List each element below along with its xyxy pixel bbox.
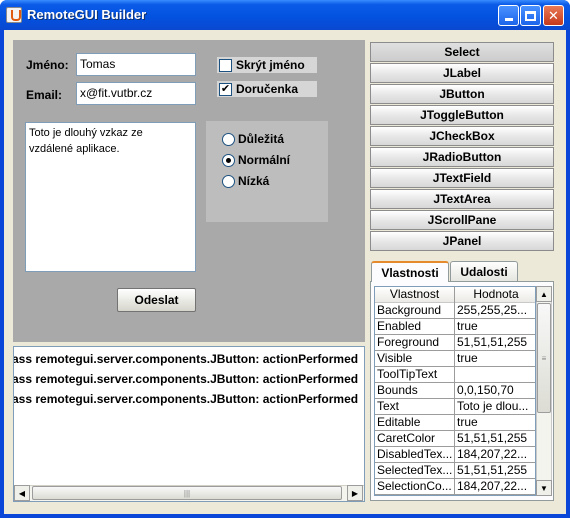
radio-label: Důležitá bbox=[238, 132, 285, 146]
table-header: Vlastnost Hodnota bbox=[375, 287, 535, 303]
table-row[interactable]: SelectedTex... 51,51,51,255 bbox=[375, 463, 535, 479]
table-row[interactable]: Enabled true bbox=[375, 319, 535, 335]
palette-jpanel-button[interactable]: JPanel bbox=[370, 231, 554, 251]
scroll-right-icon[interactable]: ▶ bbox=[347, 485, 363, 501]
palette-jbutton-button[interactable]: JButton bbox=[370, 84, 554, 104]
receipt-label: Doručenka bbox=[236, 82, 299, 96]
property-value[interactable]: 0,0,150,70 bbox=[455, 383, 535, 399]
radio-option-normal[interactable]: Normální bbox=[222, 152, 290, 168]
property-value[interactable]: true bbox=[455, 415, 535, 431]
java-cup-icon bbox=[6, 7, 22, 23]
scroll-up-icon[interactable]: ▲ bbox=[536, 286, 552, 302]
column-header-value[interactable]: Hodnota bbox=[455, 287, 535, 303]
priority-radio-panel: Důležitá Normální Nízká bbox=[206, 121, 328, 222]
radio-option-low[interactable]: Nízká bbox=[222, 173, 269, 189]
property-value[interactable]: 51,51,51,255 bbox=[455, 335, 535, 351]
name-label: Jméno: bbox=[26, 58, 69, 72]
console-log[interactable]: ass remotegui.server.components.JButton:… bbox=[13, 346, 365, 502]
tab-properties[interactable]: Vlastnosti bbox=[371, 261, 449, 282]
send-button[interactable]: Odeslat bbox=[117, 288, 196, 312]
property-name: Bounds bbox=[375, 383, 455, 399]
column-header-property[interactable]: Vlastnost bbox=[375, 287, 455, 303]
hide-name-label: Skrýt jméno bbox=[236, 58, 305, 72]
property-value[interactable]: 184,207,22... bbox=[455, 447, 535, 463]
radio-label: Nízká bbox=[238, 174, 270, 188]
property-value[interactable]: 255,255,25... bbox=[455, 303, 535, 319]
property-name: SelectedTex... bbox=[375, 463, 455, 479]
scroll-thumb[interactable]: ≡ bbox=[537, 303, 551, 413]
checkbox-unchecked-icon bbox=[219, 58, 232, 72]
table-row[interactable]: ToolTipText bbox=[375, 367, 535, 383]
table-row[interactable]: Visible true bbox=[375, 351, 535, 367]
radio-label: Normální bbox=[238, 153, 291, 167]
scroll-left-icon[interactable]: ◀ bbox=[14, 485, 30, 501]
radio-unselected-icon bbox=[222, 132, 235, 146]
palette-jtogglebutton-button[interactable]: JToggleButton bbox=[370, 105, 554, 125]
horizontal-scrollbar[interactable]: ◀ ||| ▶ bbox=[14, 485, 364, 501]
palette-jtextfield-button[interactable]: JTextField bbox=[370, 168, 554, 188]
palette-jlabel-button[interactable]: JLabel bbox=[370, 63, 554, 83]
table-row[interactable]: DisabledTex... 184,207,22... bbox=[375, 447, 535, 463]
scroll-down-icon[interactable]: ▼ bbox=[536, 480, 552, 496]
table-row[interactable]: Bounds 0,0,150,70 bbox=[375, 383, 535, 399]
maximize-icon bbox=[525, 10, 536, 21]
table-row[interactable]: SelectionCo... 184,207,22... bbox=[375, 479, 535, 495]
app-window: RemoteGUI Builder ✕ Jméno: Tomas Email: … bbox=[0, 0, 570, 518]
properties-table[interactable]: Vlastnost Hodnota Background 255,255,25..… bbox=[374, 286, 536, 496]
scroll-thumb[interactable]: ||| bbox=[32, 486, 342, 500]
property-name: CaretColor bbox=[375, 431, 455, 447]
email-field[interactable]: x@fit.vutbr.cz bbox=[76, 82, 196, 105]
vertical-scrollbar[interactable]: ▲ ≡ ▼ bbox=[536, 286, 552, 496]
property-name: Background bbox=[375, 303, 455, 319]
close-icon: ✕ bbox=[548, 7, 559, 23]
window-title: RemoteGUI Builder bbox=[27, 7, 147, 22]
table-row[interactable]: CaretColor 51,51,51,255 bbox=[375, 431, 535, 447]
palette-jtextarea-button[interactable]: JTextArea bbox=[370, 189, 554, 209]
palette-select-button[interactable]: Select bbox=[370, 42, 554, 62]
property-name: SelectionCo... bbox=[375, 479, 455, 495]
property-name: Text bbox=[375, 399, 455, 415]
property-name: ToolTipText bbox=[375, 367, 455, 383]
checkmark-icon: ✔ bbox=[219, 82, 232, 96]
property-value[interactable]: 51,51,51,255 bbox=[455, 431, 535, 447]
minimize-icon bbox=[504, 18, 513, 21]
property-value[interactable]: Toto je dlou... bbox=[455, 399, 535, 415]
properties-panel: Vlastnost Hodnota Background 255,255,25..… bbox=[370, 281, 554, 501]
radio-option-important[interactable]: Důležitá bbox=[222, 131, 284, 147]
table-row[interactable]: Editable true bbox=[375, 415, 535, 431]
property-name: DisabledTex... bbox=[375, 447, 455, 463]
message-textarea[interactable]: Toto je dlouhý vzkaz ze vzdálené aplikac… bbox=[25, 122, 196, 272]
palette-jcheckbox-button[interactable]: JCheckBox bbox=[370, 126, 554, 146]
property-value[interactable]: 184,207,22... bbox=[455, 479, 535, 495]
console-line: ass remotegui.server.components.JButton:… bbox=[13, 352, 359, 366]
property-value[interactable] bbox=[455, 367, 535, 383]
radio-unselected-icon bbox=[222, 174, 235, 188]
name-field[interactable]: Tomas bbox=[76, 53, 196, 76]
property-name: Enabled bbox=[375, 319, 455, 335]
property-name: Editable bbox=[375, 415, 455, 431]
property-value[interactable]: 51,51,51,255 bbox=[455, 463, 535, 479]
close-button[interactable]: ✕ bbox=[543, 5, 564, 26]
table-row[interactable]: Text Toto je dlou... bbox=[375, 399, 535, 415]
property-value[interactable]: true bbox=[455, 319, 535, 335]
property-name: Foreground bbox=[375, 335, 455, 351]
email-label: Email: bbox=[26, 88, 63, 102]
radio-selected-icon bbox=[222, 153, 235, 167]
maximize-button[interactable] bbox=[520, 5, 541, 26]
table-row[interactable]: Background 255,255,25... bbox=[375, 303, 535, 319]
property-name: Visible bbox=[375, 351, 455, 367]
palette-jradiobutton-button[interactable]: JRadioButton bbox=[370, 147, 554, 167]
property-value[interactable]: true bbox=[455, 351, 535, 367]
table-row[interactable]: Foreground 51,51,51,255 bbox=[375, 335, 535, 351]
receipt-checkbox[interactable]: ✔ Doručenka bbox=[217, 81, 317, 97]
minimize-button[interactable] bbox=[498, 5, 519, 26]
hide-name-checkbox[interactable]: Skrýt jméno bbox=[217, 57, 317, 73]
console-line: ass remotegui.server.components.JButton:… bbox=[13, 392, 359, 406]
title-bar[interactable]: RemoteGUI Builder ✕ bbox=[0, 0, 570, 30]
tab-events[interactable]: Udalosti bbox=[450, 261, 518, 281]
client-area: Jméno: Tomas Email: x@fit.vutbr.cz Skrýt… bbox=[4, 30, 566, 514]
console-line: ass remotegui.server.components.JButton:… bbox=[13, 372, 359, 386]
form-preview-panel[interactable]: Jméno: Tomas Email: x@fit.vutbr.cz Skrýt… bbox=[13, 40, 365, 342]
palette-jscrollpane-button[interactable]: JScrollPane bbox=[370, 210, 554, 230]
